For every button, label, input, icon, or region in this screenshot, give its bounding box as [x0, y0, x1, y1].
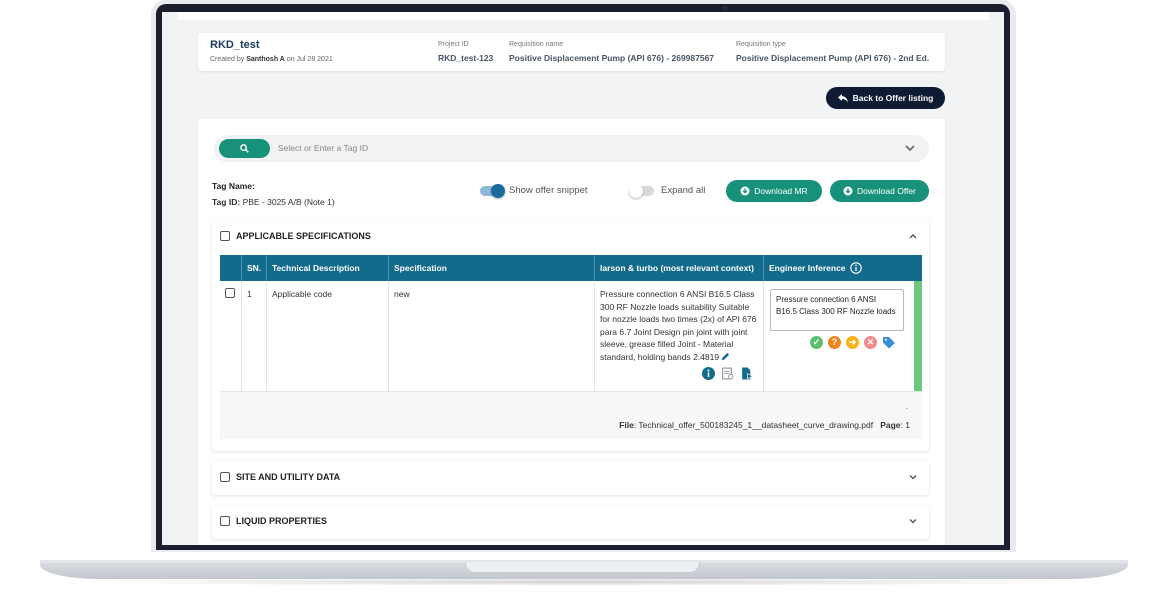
- forward-arrow-icon[interactable]: ➜: [846, 336, 859, 349]
- column-header-sn: SN.: [242, 255, 267, 281]
- toggle-knob: [629, 184, 643, 198]
- project-header-card: RKD_test Created by Santhosh A on Jul 28…: [198, 33, 945, 71]
- snippet-footer: . File: Technical_offer_500183245_1__dat…: [220, 391, 922, 439]
- tag-search-placeholder[interactable]: Select or Enter a Tag ID: [278, 143, 368, 153]
- section-header[interactable]: SITE AND UTILITY DATA: [220, 472, 340, 482]
- download-offer-button[interactable]: Download Offer: [830, 180, 929, 202]
- tag-id-info: Tag ID: PBE - 3025 A/B (Note 1): [212, 197, 335, 207]
- created-suffix: on Jul 28 2021: [286, 56, 333, 63]
- download-icon: [740, 186, 750, 196]
- section-checkbox[interactable]: [220, 516, 230, 526]
- section-title: APPLICABLE SPECIFICATIONS: [236, 231, 371, 241]
- project-title: RKD_test: [210, 39, 260, 51]
- document-export-icon[interactable]: [740, 367, 753, 380]
- requisition-type-value: Positive Displacement Pump (API 676) - 2…: [736, 53, 930, 63]
- download-icon: [843, 186, 853, 196]
- section-title: SITE AND UTILITY DATA: [236, 472, 341, 482]
- project-id-value: RKD_test-123: [438, 53, 494, 63]
- tag-name-label: Tag Name:: [212, 181, 255, 191]
- camera-dot: [723, 6, 727, 10]
- row-technical-description: Applicable code: [267, 281, 389, 391]
- reply-arrow-icon: [837, 93, 848, 102]
- back-button-label: Back to Offer listing: [852, 93, 934, 103]
- created-by: Santhosh A: [246, 56, 285, 63]
- column-header-context: larson & turbo (most relevant context): [595, 255, 764, 281]
- row-specification: new: [389, 281, 595, 391]
- download-mr-label: Download MR: [754, 186, 808, 196]
- search-button[interactable]: [219, 139, 270, 158]
- edit-pencil-icon[interactable]: [721, 352, 730, 361]
- footer-dot: .: [905, 402, 908, 411]
- inference-status-bar: [914, 281, 922, 391]
- requisition-type-label: Requisition type: [736, 41, 786, 48]
- column-header-specification: Specification: [389, 255, 595, 281]
- project-id-label: Project ID: [438, 41, 469, 48]
- show-offer-snippet-toggle[interactable]: [480, 184, 505, 198]
- row-context-text: Pressure connection 6 ANSI B16.5 Class 3…: [600, 289, 757, 362]
- offer-detail-card: Select or Enter a Tag ID Tag Name: Tag I…: [198, 119, 945, 545]
- context-actions: [702, 367, 753, 380]
- laptop-notch: [465, 562, 700, 573]
- back-to-offer-listing-button[interactable]: Back to Offer listing: [826, 87, 945, 109]
- document-compare-icon[interactable]: [721, 367, 734, 380]
- engineer-inference-label: Engineer Inference: [769, 263, 846, 273]
- laptop-shadow: [60, 578, 1110, 586]
- show-offer-snippet-label: Show offer snippet: [509, 185, 588, 196]
- question-icon[interactable]: ?: [828, 336, 841, 349]
- app-screen: RKD_test Created by Santhosh A on Jul 28…: [162, 12, 1004, 545]
- top-strip: [178, 12, 988, 20]
- tag-id-value: PBE - 3025 A/B (Note 1): [242, 197, 335, 207]
- file-value: : Technical_offer_500183245_1__datasheet…: [633, 420, 874, 430]
- laptop-mockup: RKD_test Created by Santhosh A on Jul 28…: [0, 0, 1175, 594]
- column-header-select: [220, 255, 242, 281]
- tag-id-label: Tag ID:: [212, 197, 241, 207]
- row-checkbox[interactable]: [225, 288, 235, 298]
- tag-icon[interactable]: [882, 336, 896, 349]
- chevron-down-icon[interactable]: [907, 471, 919, 483]
- row-select-cell: [220, 281, 242, 391]
- requisition-name-label: Requisition name: [509, 41, 564, 48]
- search-icon: [240, 144, 249, 153]
- section-title: LIQUID PROPERTIES: [236, 516, 328, 526]
- row-context-cell: Pressure connection 6 ANSI B16.5 Class 3…: [595, 281, 764, 391]
- tag-search-bar[interactable]: Select or Enter a Tag ID: [214, 135, 929, 162]
- row-engineer-inference-cell: Pressure connection 6 ANSI B16.5 Class 3…: [764, 281, 922, 391]
- inference-actions: ✓ ? ➜ ✕: [810, 336, 896, 349]
- info-circle-icon[interactable]: [702, 367, 715, 380]
- chevron-down-icon[interactable]: [907, 515, 919, 527]
- file-info: File: Technical_offer_500183245_1__datas…: [619, 420, 910, 430]
- engineer-inference-textarea[interactable]: Pressure connection 6 ANSI B16.5 Class 3…: [770, 289, 904, 331]
- page-label: Page: [880, 420, 901, 430]
- toggle-knob: [491, 184, 505, 198]
- section-site-and-utility-data: SITE AND UTILITY DATA: [212, 461, 929, 495]
- section-checkbox[interactable]: [220, 472, 230, 482]
- chevron-up-icon[interactable]: [907, 230, 919, 242]
- chevron-down-icon[interactable]: [903, 141, 917, 155]
- column-header-engineer-inference: Engineer Inference: [764, 255, 922, 281]
- row-sn: 1: [242, 281, 267, 391]
- column-header-technical-description: Technical Description: [267, 255, 389, 281]
- section-applicable-specifications: APPLICABLE SPECIFICATIONS SN. Technical …: [212, 220, 929, 451]
- expand-all-label: Expand all: [661, 185, 706, 196]
- requisition-name-value: Positive Displacement Pump (API 676) - 2…: [509, 53, 715, 63]
- section-header[interactable]: APPLICABLE SPECIFICATIONS: [220, 231, 371, 241]
- file-label: File: [619, 420, 634, 430]
- section-header[interactable]: LIQUID PROPERTIES: [220, 516, 327, 526]
- info-icon[interactable]: [849, 262, 862, 274]
- section-liquid-properties: LIQUID PROPERTIES: [212, 505, 929, 539]
- accept-check-icon[interactable]: ✓: [810, 336, 823, 349]
- section-checkbox[interactable]: [220, 231, 230, 241]
- download-offer-label: Download Offer: [857, 186, 916, 196]
- created-info: Created by Santhosh A on Jul 28 2021: [210, 56, 333, 63]
- reject-x-icon[interactable]: ✕: [864, 336, 877, 349]
- download-mr-button[interactable]: Download MR: [726, 180, 822, 202]
- page-value: : 1: [900, 420, 910, 430]
- created-prefix: Created by: [210, 56, 245, 63]
- expand-all-toggle[interactable]: [629, 184, 654, 198]
